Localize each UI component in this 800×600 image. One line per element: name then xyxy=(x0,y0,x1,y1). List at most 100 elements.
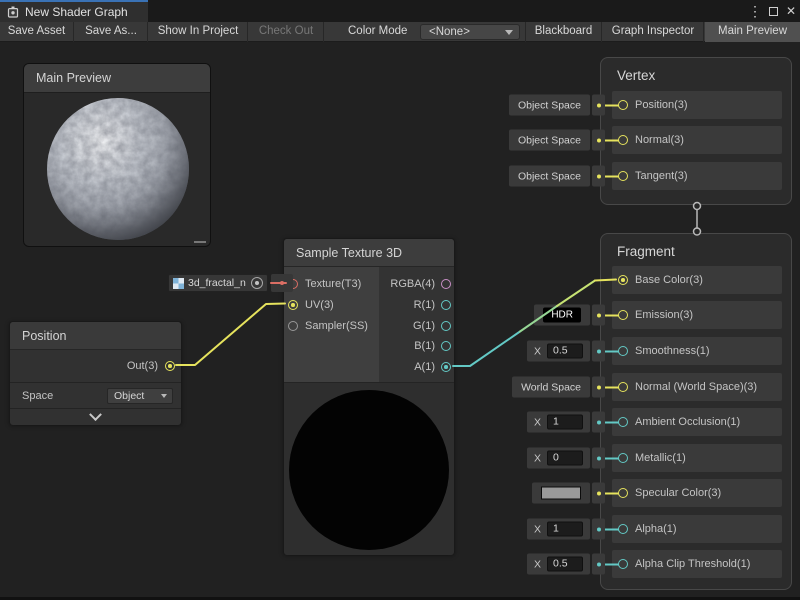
port-smoothness[interactable] xyxy=(618,346,628,356)
input-row-texture[interactable]: Texture(T3) xyxy=(284,274,379,295)
preview-sphere-black xyxy=(289,390,449,550)
output-row-out[interactable]: Out(3) xyxy=(10,350,181,382)
port-row-normal-ws[interactable]: Normal (World Space)(3) World Space xyxy=(612,373,782,401)
maximize-icon[interactable] xyxy=(764,0,782,22)
port-uv[interactable] xyxy=(288,300,298,310)
port-row-tangent[interactable]: Tangent(3) Object Space xyxy=(612,162,782,190)
pill-wire xyxy=(605,104,619,106)
vertex-node[interactable]: Vertex Position(3) Object Space Normal(3… xyxy=(600,57,792,205)
value-field[interactable]: 1 xyxy=(547,415,583,430)
port-metallic[interactable] xyxy=(618,453,628,463)
binding-pill-position[interactable]: Object Space xyxy=(509,95,619,116)
emission-hdr-widget[interactable]: HDR xyxy=(534,305,619,326)
port-row-alpha[interactable]: Alpha(1) X1 xyxy=(612,515,782,543)
port-out[interactable] xyxy=(165,361,175,371)
port-row-specular-color[interactable]: Specular Color(3) xyxy=(612,479,782,507)
port-row-position[interactable]: Position(3) Object Space xyxy=(612,91,782,119)
smoothness-value-widget[interactable]: X0.5 xyxy=(527,341,619,362)
port-position[interactable] xyxy=(618,100,628,110)
output-row-r[interactable]: R(1) xyxy=(379,295,454,316)
port-base-color[interactable] xyxy=(618,275,628,285)
pill-dot xyxy=(597,385,601,389)
value-field[interactable]: 1 xyxy=(547,522,583,537)
port-alpha[interactable] xyxy=(618,524,628,534)
port-row-emission[interactable]: Emission(3) HDR xyxy=(612,301,782,329)
specular-color-widget[interactable] xyxy=(532,483,619,504)
save-asset-button[interactable]: Save Asset xyxy=(0,22,74,42)
main-preview-panel[interactable]: Main Preview xyxy=(23,63,211,247)
port-normal[interactable] xyxy=(618,135,628,145)
port-row-normal[interactable]: Normal(3) Object Space xyxy=(612,126,782,154)
port-label: Texture(T3) xyxy=(305,278,361,290)
tab-new-shader-graph[interactable]: New Shader Graph xyxy=(0,0,148,22)
texture-object-field[interactable]: 3d_fractal_n xyxy=(168,274,268,292)
pill-dot xyxy=(597,174,601,178)
pill-dot xyxy=(597,562,601,566)
port-label: Sampler(SS) xyxy=(305,320,368,332)
output-row-b[interactable]: B(1) xyxy=(379,336,454,357)
alpha-value-widget[interactable]: X1 xyxy=(527,519,619,540)
alpha-clip-value-widget[interactable]: X 0.5 xyxy=(527,554,619,575)
color-swatch[interactable] xyxy=(541,487,581,500)
sample-texture-3d-node[interactable]: Sample Texture 3D Texture(T3) UV(3) Samp… xyxy=(283,238,455,555)
main-preview-button[interactable]: Main Preview xyxy=(705,22,800,42)
metallic-value-widget[interactable]: X0 xyxy=(527,448,619,469)
menu-icon[interactable]: ⋮ xyxy=(746,0,764,22)
position-node-title[interactable]: Position xyxy=(10,322,181,350)
value-field[interactable]: 0.5 xyxy=(547,557,583,572)
port-normal-ws[interactable] xyxy=(618,382,628,392)
hdr-badge[interactable]: HDR xyxy=(543,308,581,323)
port-specular-color[interactable] xyxy=(618,488,628,498)
dropdown-arrow-icon xyxy=(161,394,167,398)
pill-wire xyxy=(605,175,619,177)
port-row-ambient-occlusion[interactable]: Ambient Occlusion(1) X1 xyxy=(612,408,782,436)
wire-out-to-uv[interactable] xyxy=(176,304,285,366)
port-g[interactable] xyxy=(441,321,451,331)
save-as-button[interactable]: Save As... xyxy=(75,22,148,42)
port-b[interactable] xyxy=(441,341,451,351)
x-label: X xyxy=(534,558,541,570)
input-row-uv[interactable]: UV(3) xyxy=(284,295,379,316)
pill-dot xyxy=(597,491,601,495)
space-dropdown[interactable]: Object xyxy=(107,388,173,404)
input-row-sampler[interactable]: Sampler(SS) xyxy=(284,315,379,336)
port-row-smoothness[interactable]: Smoothness(1) X0.5 xyxy=(612,337,782,365)
port-sampler[interactable] xyxy=(288,321,298,331)
sample-node-title[interactable]: Sample Texture 3D xyxy=(284,239,454,267)
port-alpha-clip[interactable] xyxy=(618,559,628,569)
output-row-a[interactable]: A(1) xyxy=(379,357,454,378)
output-row-g[interactable]: G(1) xyxy=(379,315,454,336)
binding-pill-tangent[interactable]: Object Space xyxy=(509,166,619,187)
port-tangent[interactable] xyxy=(618,171,628,181)
port-row-metallic[interactable]: Metallic(1) X0 xyxy=(612,444,782,472)
port-emission[interactable] xyxy=(618,310,628,320)
binding-pill-normal[interactable]: Object Space xyxy=(509,130,619,151)
show-in-project-button[interactable]: Show In Project xyxy=(149,22,248,42)
graph-inspector-button[interactable]: Graph Inspector xyxy=(603,22,704,42)
port-r[interactable] xyxy=(441,300,451,310)
close-icon[interactable]: ✕ xyxy=(782,0,800,22)
port-row-alpha-clip[interactable]: Alpha Clip Threshold(1) X0.5 xyxy=(612,550,782,578)
collapse-row[interactable] xyxy=(10,408,181,425)
port-a[interactable] xyxy=(441,362,451,372)
object-picker-icon[interactable] xyxy=(251,277,263,289)
wire-a-to-basecolor-1[interactable] xyxy=(453,332,520,367)
fragment-node[interactable]: Fragment Base Color(3) Emission(3) HDR S… xyxy=(600,233,792,590)
port-rgba[interactable] xyxy=(441,279,451,289)
texture-reference-widget[interactable]: 3d_fractal_n xyxy=(168,274,293,292)
position-node[interactable]: Position Out(3) Space Object xyxy=(9,321,182,425)
ao-value-widget[interactable]: X1 xyxy=(527,412,619,433)
port-ambient-occlusion[interactable] xyxy=(618,417,628,427)
main-preview-header[interactable]: Main Preview xyxy=(24,64,210,93)
resize-grip[interactable] xyxy=(194,241,206,243)
color-mode-dropdown[interactable]: <None> xyxy=(420,24,520,40)
output-row-rgba[interactable]: RGBA(4) xyxy=(379,274,454,295)
normal-space-widget[interactable]: World Space xyxy=(512,377,619,398)
port-row-base-color[interactable]: Base Color(3) xyxy=(612,266,782,294)
wire-a-to-basecolor-3[interactable] xyxy=(557,281,595,307)
value-field[interactable]: 0.5 xyxy=(547,344,583,359)
blackboard-button[interactable]: Blackboard xyxy=(525,22,602,42)
port-label: Alpha(1) xyxy=(635,523,677,535)
port-label: A(1) xyxy=(414,361,435,373)
value-field[interactable]: 0 xyxy=(547,451,583,466)
